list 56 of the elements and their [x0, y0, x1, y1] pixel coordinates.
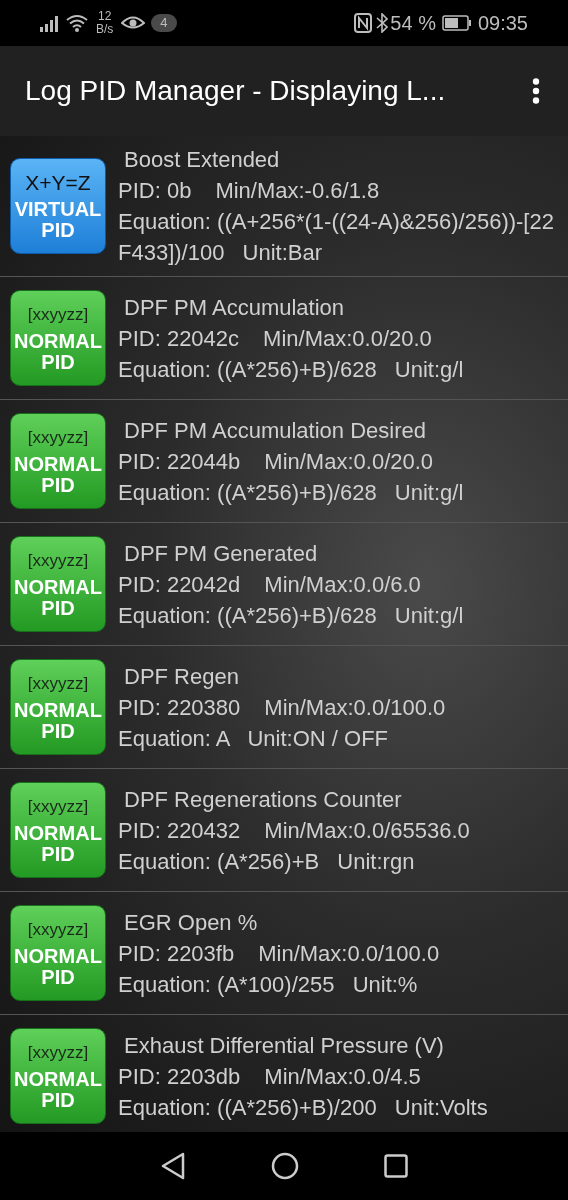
bluetooth-icon	[376, 13, 389, 33]
equation-text: Equation: ((A*256)+B)/628 Unit:g/l	[118, 355, 464, 384]
pid-code: PID: 22042d	[118, 570, 241, 599]
min-max-range: Min/Max:0.0/100.0	[264, 693, 446, 722]
recents-icon[interactable]	[384, 1154, 408, 1178]
pid-code: PID: 2203db	[118, 1062, 241, 1091]
pid-code: PID: 0b	[118, 177, 192, 205]
wifi-icon	[66, 14, 88, 32]
pid-name: DPF Regenerations Counter	[123, 785, 403, 814]
normal-pid-badge: [xxyyzz] NORMAL PID	[10, 905, 106, 1001]
normal-pid-badge: [xxyyzz] NORMAL PID	[10, 1028, 106, 1124]
pid-code: PID: 22044b	[118, 447, 241, 476]
pid-code: PID: 220432	[118, 816, 241, 845]
min-max-range: Min/Max:0.0/6.0	[264, 570, 421, 599]
normal-pid-badge: [xxyyzz] NORMAL PID	[10, 290, 106, 386]
battery-icon	[441, 15, 472, 31]
equation-text: Equation: ((A*256)+B)/628 Unit:g/l	[118, 478, 464, 507]
eye-icon	[121, 15, 146, 31]
pid-name: Boost Extended	[123, 146, 281, 174]
signal-icon	[40, 14, 60, 32]
network-speed-unit: B/s	[96, 23, 114, 36]
equation-text: Equation: (A*256)+B Unit:rgn	[118, 847, 416, 876]
pid-name: DPF PM Accumulation Desired	[123, 416, 427, 445]
app-title: Log PID Manager - Displaying L...	[25, 74, 447, 108]
network-speed-value: 12	[98, 10, 112, 23]
home-icon[interactable]	[271, 1152, 299, 1180]
pid-code: PID: 22042c	[118, 324, 240, 353]
notification-count-badge: 4	[151, 14, 177, 32]
pid-name: DPF Regen	[123, 662, 240, 691]
min-max-range: Min/Max:0.0/65536.0	[264, 816, 470, 845]
back-icon[interactable]	[160, 1152, 186, 1180]
pid-code: PID: 220380	[118, 693, 241, 722]
normal-pid-badge: [xxyyzz] NORMAL PID	[10, 659, 106, 755]
equation-text: Equation: (A*100)/255 Unit:%	[118, 970, 419, 999]
min-max-range: Min/Max:0.0/4.5	[264, 1062, 421, 1091]
min-max-range: Min/Max:-0.6/1.8	[215, 177, 380, 205]
battery-percentage: 54 %	[390, 11, 436, 36]
virtual-pid-badge: X+Y=Z VIRTUAL PID	[10, 158, 106, 254]
nfc-icon	[354, 13, 373, 33]
pid-name: EGR Open %	[123, 908, 259, 937]
equation-text: Equation: ((A+256*(1-((24-A)&256)/256))-[22F433])/100 Unit:Bar	[118, 208, 555, 267]
normal-pid-badge: [xxyyzz] NORMAL PID	[10, 782, 106, 878]
normal-pid-badge: [xxyyzz] NORMAL PID	[10, 536, 106, 632]
clock-time: 09:35	[477, 11, 528, 36]
pid-code: PID: 2203fb	[118, 939, 235, 968]
equation-text: Equation: ((A*256)+B)/628 Unit:g/l	[118, 601, 464, 630]
equation-text: Equation: ((A*256)+B)/200 Unit:Volts	[118, 1093, 488, 1122]
min-max-range: Min/Max:0.0/100.0	[258, 939, 440, 968]
min-max-range: Min/Max:0.0/20.0	[264, 447, 434, 476]
more-vertical-icon	[532, 78, 540, 104]
min-max-range: Min/Max:0.0/20.0	[263, 324, 432, 353]
pid-name: Exhaust Differential Pressure (V)	[123, 1031, 445, 1060]
equation-text: Equation: A Unit:ON / OFF	[118, 724, 389, 753]
pid-name: DPF PM Accumulation	[123, 293, 346, 322]
pid-name: DPF PM Generated	[123, 539, 319, 568]
normal-pid-badge: [xxyyzz] NORMAL PID	[10, 413, 106, 509]
